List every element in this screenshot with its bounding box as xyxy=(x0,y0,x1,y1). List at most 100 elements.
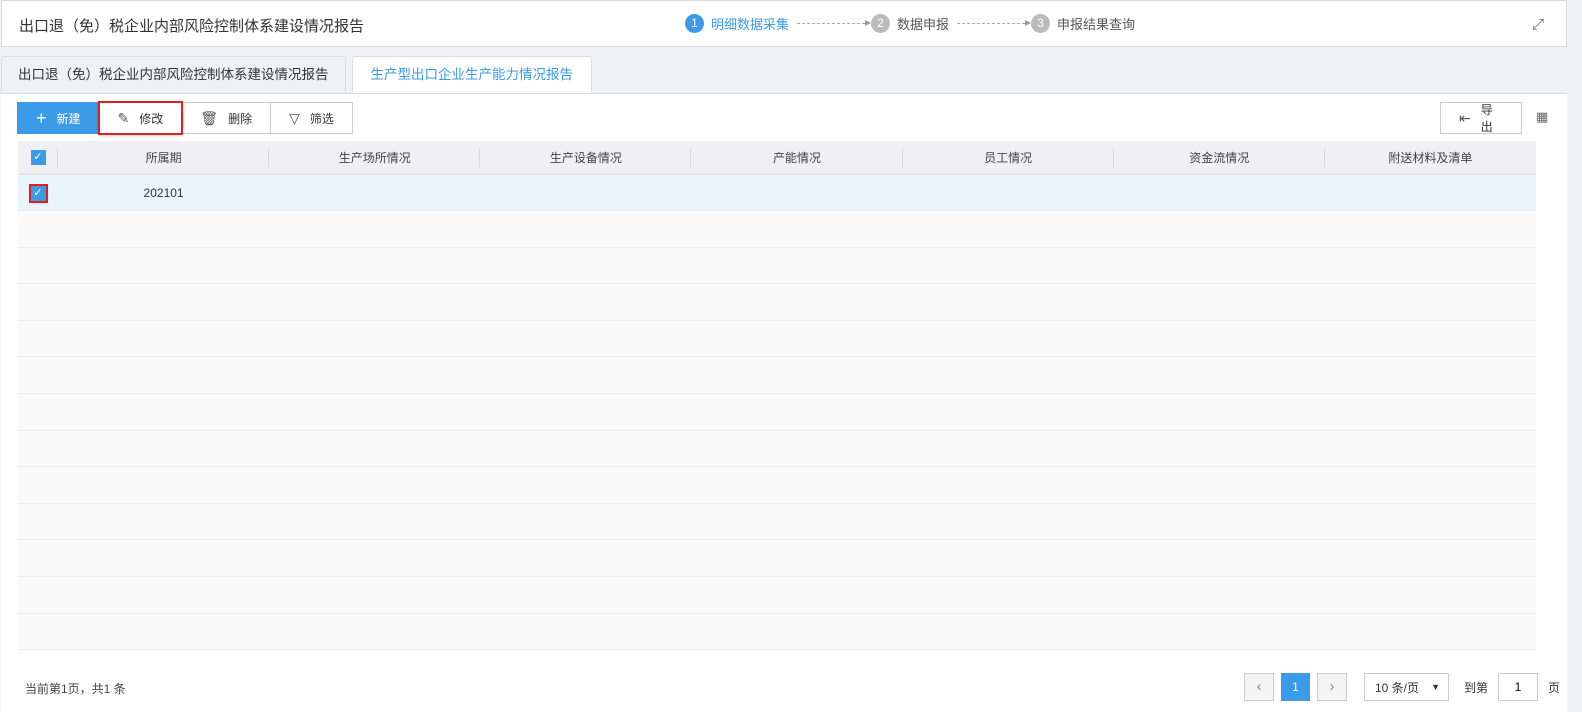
step-2[interactable]: 2 数据申报 xyxy=(871,14,949,33)
table-cell xyxy=(480,283,692,321)
table-cell xyxy=(58,503,270,541)
table-cell xyxy=(1113,576,1325,614)
table-cell xyxy=(480,393,692,431)
table-cell xyxy=(269,430,481,468)
table-cell xyxy=(480,576,692,614)
table-cell xyxy=(480,613,692,651)
delete-label: 删除 xyxy=(228,111,253,126)
step-label: 申报结果查询 xyxy=(1057,17,1136,32)
step-1[interactable]: 1 明细数据采集 xyxy=(685,14,789,33)
table-cell xyxy=(691,356,903,395)
empty-row xyxy=(18,576,1536,614)
table-cell xyxy=(1113,283,1325,321)
table-cell xyxy=(691,466,903,504)
page-size-select[interactable]: 10 条/页 ▼ xyxy=(1364,673,1449,701)
table-cell xyxy=(902,393,1114,431)
table-cell xyxy=(1113,356,1325,395)
table-cell xyxy=(1113,539,1325,578)
column-header[interactable]: 资金流情况 xyxy=(1113,141,1325,175)
table-cell xyxy=(269,539,481,578)
table-cell xyxy=(902,210,1114,248)
column-header[interactable]: 生产设备情况 xyxy=(480,141,692,175)
step-arrow xyxy=(957,20,1032,26)
step-number: 3 xyxy=(1031,14,1051,33)
filter-button[interactable]: ▽ 筛选 xyxy=(270,102,353,134)
table-cell xyxy=(1324,539,1536,578)
table-cell xyxy=(691,283,903,321)
tab-risk-control-report[interactable]: 出口退（免）税企业内部风险控制体系建设情况报告 xyxy=(1,56,346,94)
table-cell xyxy=(18,320,58,358)
empty-row xyxy=(18,356,1536,395)
content-panel: + 新建 ✎ 修改 🗑 删除 ▽ 筛选 ⇤ 导出 ▦ ✓ 所属期 生产场所情况 生产设备情… xyxy=(1,93,1567,712)
pagination: ‹ 1 › 10 条/页 ▼ 到第 页 xyxy=(1244,673,1560,701)
column-header[interactable]: 员工情况 xyxy=(902,141,1114,175)
table-cell xyxy=(18,356,58,395)
step-label: 数据申报 xyxy=(897,17,950,32)
table-cell xyxy=(480,320,692,358)
table-cell xyxy=(58,320,270,358)
table-header: ✓ 所属期 生产场所情况 生产设备情况 产能情况 员工情况 资金流情况 附送材料… xyxy=(18,141,1536,175)
table-cell xyxy=(480,430,692,468)
filter-icon: ▽ xyxy=(289,109,300,126)
pagination-info: 当前第1页，共1 条 xyxy=(25,682,126,696)
page-suffix: 页 xyxy=(1548,680,1561,695)
edit-button[interactable]: ✎ 修改 xyxy=(97,101,184,135)
step-3[interactable]: 3 申报结果查询 xyxy=(1031,14,1135,33)
table-cell xyxy=(902,613,1114,651)
table-cell xyxy=(902,247,1114,285)
column-header[interactable]: 产能情况 xyxy=(691,141,903,175)
table-cell xyxy=(18,283,58,321)
fullscreen-icon[interactable]: ⤢ xyxy=(1532,16,1544,33)
table-cell xyxy=(691,320,903,358)
table-cell xyxy=(269,613,481,651)
table-cell xyxy=(269,283,481,321)
table-cell xyxy=(1113,393,1325,431)
table-cell xyxy=(58,247,270,285)
table-cell xyxy=(1324,356,1536,395)
empty-row xyxy=(18,466,1536,504)
next-page-button[interactable]: › xyxy=(1317,673,1347,701)
table-cell xyxy=(18,503,58,541)
table-cell xyxy=(1113,174,1325,212)
table-cell xyxy=(1113,503,1325,541)
table-row[interactable]: ✓ 202101 xyxy=(18,174,1536,212)
table-cell xyxy=(480,466,692,504)
table-cell xyxy=(18,247,58,285)
table-cell xyxy=(269,466,481,504)
table-cell xyxy=(18,613,58,651)
new-label: 新建 xyxy=(56,111,81,126)
table-cell xyxy=(58,356,270,395)
column-header[interactable]: 生产场所情况 xyxy=(269,141,481,175)
table-cell xyxy=(1324,613,1536,651)
prev-page-button[interactable]: ‹ xyxy=(1244,673,1274,701)
table-cell xyxy=(269,356,481,395)
new-button[interactable]: + 新建 xyxy=(17,102,100,134)
export-icon: ⇤ xyxy=(1459,109,1471,126)
delete-button[interactable]: 🗑 删除 xyxy=(181,102,272,134)
empty-row xyxy=(18,613,1536,651)
table-cell xyxy=(691,174,903,212)
page-button[interactable]: 1 xyxy=(1281,673,1310,701)
page-title: 出口退（免）税企业内部风险控制体系建设情况报告 xyxy=(19,18,365,35)
table-cell xyxy=(269,320,481,358)
tab-bar: 出口退（免）税企业内部风险控制体系建设情况报告 生产型出口企业生产能力情况报告 xyxy=(1,56,598,94)
tab-production-capacity-report[interactable]: 生产型出口企业生产能力情况报告 xyxy=(351,56,592,94)
table-cell xyxy=(691,247,903,285)
column-header[interactable]: 所属期 xyxy=(58,141,270,175)
select-all-checkbox[interactable]: ✓ xyxy=(30,150,46,165)
column-settings-icon[interactable]: ▦ xyxy=(1536,109,1548,125)
table-cell xyxy=(58,539,270,578)
table-cell xyxy=(1324,503,1536,541)
table-cell xyxy=(18,576,58,614)
select-all-cell: ✓ xyxy=(18,141,58,175)
export-button[interactable]: ⇤ 导出 xyxy=(1440,102,1522,134)
row-checkbox[interactable]: ✓ xyxy=(28,183,48,203)
table-cell xyxy=(691,576,903,614)
column-header[interactable]: 附送材料及清单 xyxy=(1324,141,1536,175)
table-cell xyxy=(18,430,58,468)
goto-page-input[interactable] xyxy=(1498,673,1539,701)
empty-row xyxy=(18,247,1536,285)
page-size-value: 10 条/页 xyxy=(1375,680,1420,695)
table-cell xyxy=(18,466,58,504)
table-cell xyxy=(691,430,903,468)
